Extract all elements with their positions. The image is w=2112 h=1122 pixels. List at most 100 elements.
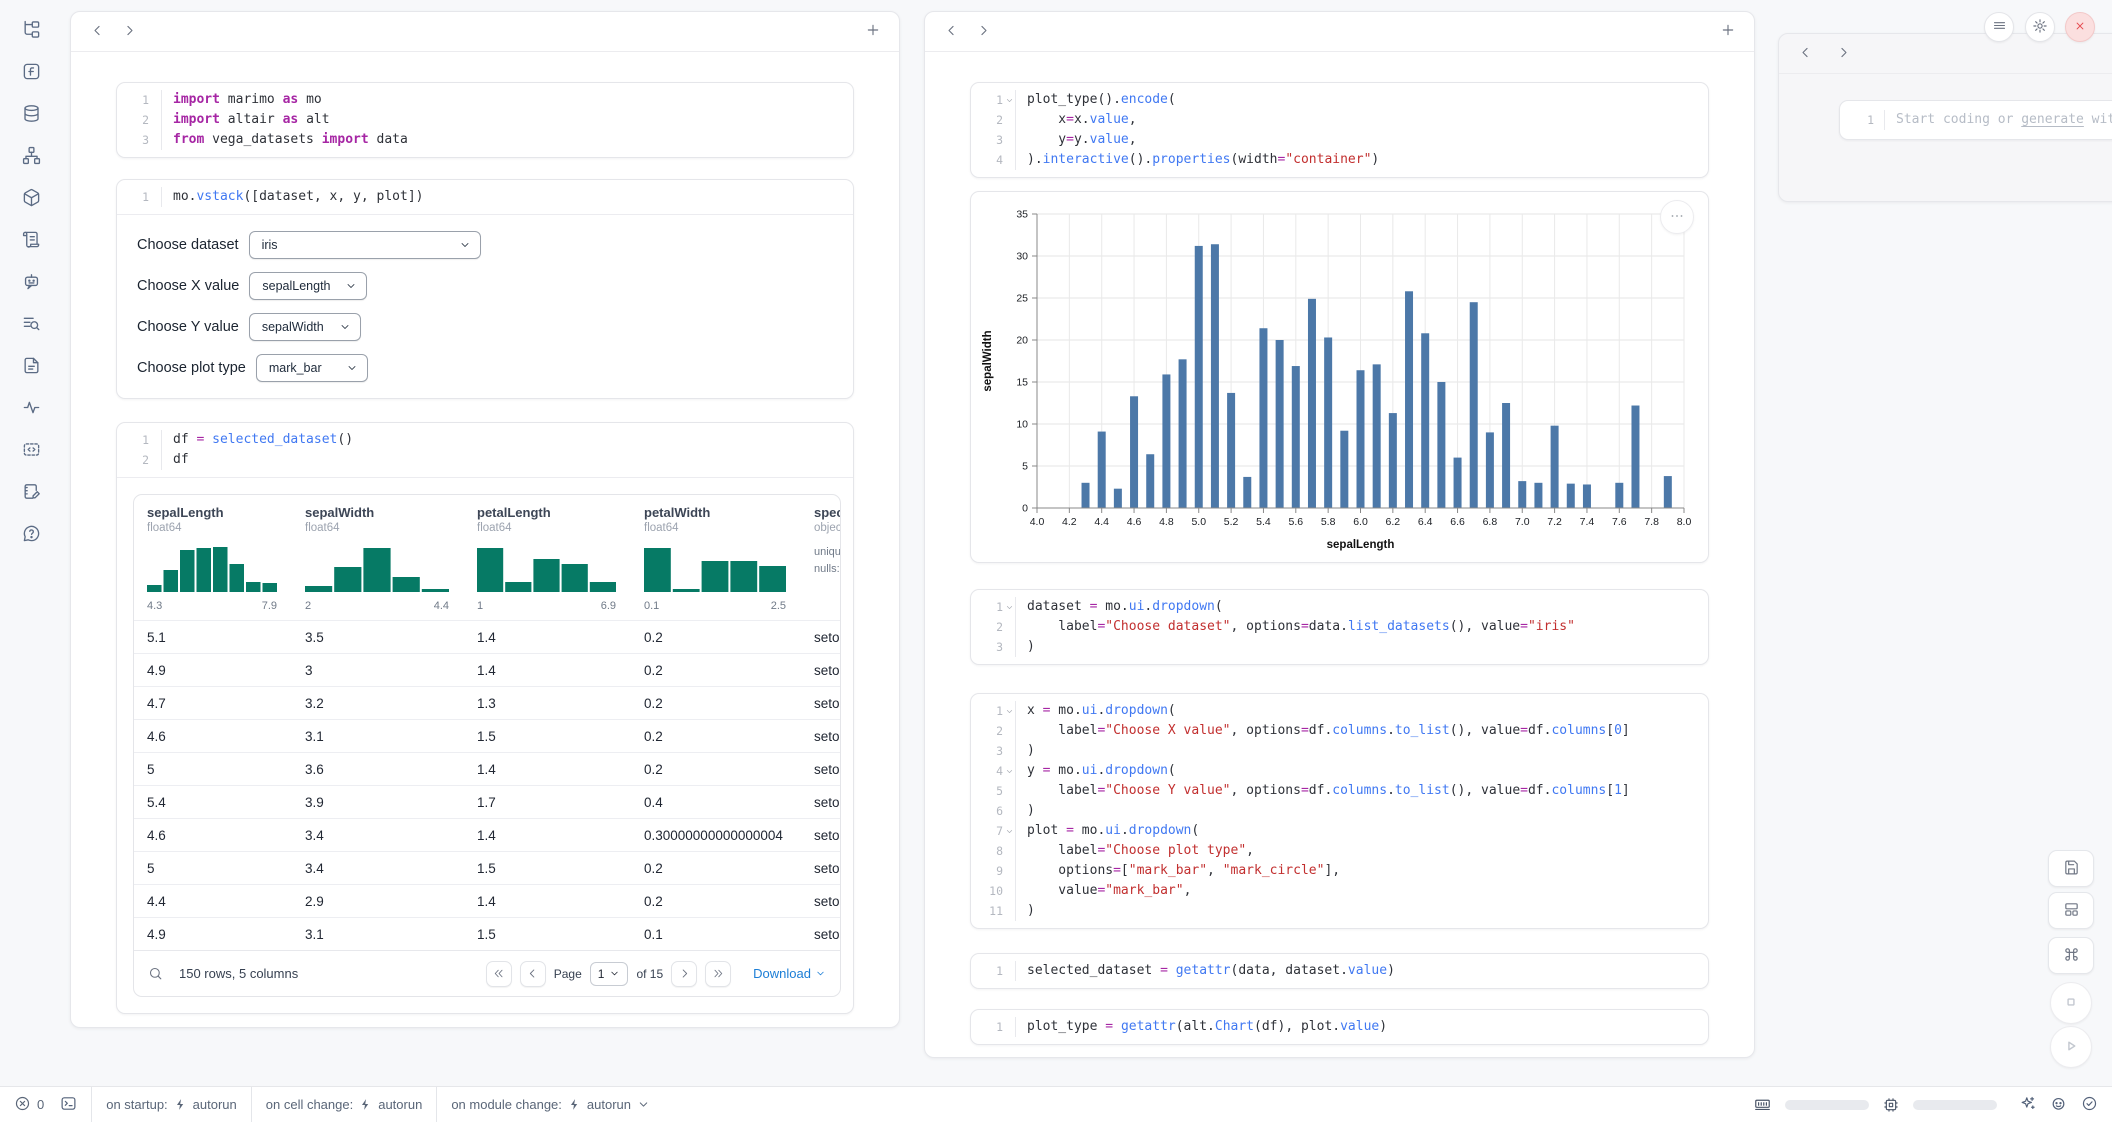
code-line[interactable]: 1plot_type = getattr(alt.Chart(df), plot… [971,1017,1708,1037]
table-row[interactable]: 4.73.21.30.2setosa [134,686,840,719]
sidebar-function-square-icon[interactable] [18,60,44,86]
table-row[interactable]: 5.43.91.70.4setosa [134,785,840,818]
code-editor[interactable]: 1plot_type = getattr(alt.Chart(df), plot… [971,1010,1708,1044]
search-icon[interactable] [148,966,163,981]
empty-cell-editor[interactable]: 1 Start coding or generate with [1839,100,2112,140]
code-line[interactable]: 1x = mo.ui.dropdown( [971,701,1708,721]
run-all-button[interactable] [2050,1026,2092,1068]
sidebar-documentation-icon[interactable] [18,354,44,380]
sidebar-dependency-graph-icon[interactable] [18,144,44,170]
code-line[interactable]: 6) [971,801,1708,821]
code-line[interactable]: 1dataset = mo.ui.dropdown( [971,597,1708,617]
prev-page-button[interactable] [520,961,546,987]
code-line[interactable]: 1plot_type().encode( [971,90,1708,110]
copilot-button[interactable] [2050,1095,2067,1115]
code-line[interactable]: 1df = selected_dataset() [117,430,853,450]
table-row[interactable]: 4.93.11.50.1setosa [134,917,840,950]
code-line[interactable]: 4).interactive().properties(width="conta… [971,150,1708,170]
sidebar-file-tree-icon[interactable] [18,18,44,44]
table-column-header[interactable]: petalLengthfloat6416.9 [477,505,644,612]
add-column-button[interactable] [1716,20,1740,44]
save-notebook-button[interactable] [2048,850,2094,887]
altair-bar-chart[interactable]: 051015202530354.04.24.44.64.85.05.25.45.… [971,198,1708,556]
code-line[interactable]: 3 y=y.value, [971,130,1708,150]
table-row[interactable]: 4.42.91.40.2setosa [134,884,840,917]
code-line[interactable]: 2 label="Choose X value", options=df.col… [971,721,1708,741]
table-row[interactable]: 4.931.40.2setosa [134,653,840,686]
code-line[interactable]: 10 value="mark_bar", [971,881,1708,901]
code-line[interactable]: 3) [971,637,1708,657]
code-line[interactable]: 9 options=["mark_bar", "mark_circle"], [971,861,1708,881]
dropdown-select-choose-y-value[interactable]: sepalWidth [249,313,361,341]
add-column-button[interactable] [861,20,885,44]
sidebar-chat-bot-icon[interactable] [18,270,44,296]
code-line[interactable]: 7plot = mo.ui.dropdown( [971,821,1708,841]
column-next-button[interactable] [971,20,995,44]
sidebar-help-bubble-icon[interactable] [18,522,44,548]
column-prev-button[interactable] [1793,42,1817,66]
code-line[interactable]: 2 label="Choose dataset", options=data.l… [971,617,1708,637]
table-column-header[interactable]: sepalWidthfloat6424.4 [305,505,477,612]
generate-with-ai-link[interactable]: generate [2021,112,2084,127]
chart-actions-button[interactable] [1660,200,1694,234]
notebook-menu-button[interactable] [1984,12,2014,42]
table-row[interactable]: 5.13.51.40.2setosa [134,620,840,653]
keyboard-shortcuts-button[interactable] [2048,937,2094,974]
sidebar-snippets-icon[interactable] [18,438,44,464]
sidebar-logs-search-icon[interactable] [18,312,44,338]
code-line[interactable]: 4y = mo.ui.dropdown( [971,761,1708,781]
sidebar-database-icon[interactable] [18,102,44,128]
autorun-config-on-module-change[interactable]: on module change:autorun [451,1097,650,1112]
stop-execution-button[interactable] [2050,982,2092,1024]
sidebar-notebook-pen-icon[interactable] [18,480,44,506]
column-next-button[interactable] [1831,42,1855,66]
shutdown-button[interactable] [2065,12,2095,42]
code-editor[interactable]: 1dataset = mo.ui.dropdown(2 label="Choos… [971,590,1708,664]
code-editor[interactable]: 1df = selected_dataset()2df [117,423,853,477]
dropdown-select-choose-x-value[interactable]: sepalLength [249,272,367,300]
code-line[interactable]: 3) [971,741,1708,761]
dropdown-select-choose-dataset[interactable]: iris [249,231,481,259]
code-line[interactable]: 5 label="Choose Y value", options=df.col… [971,781,1708,801]
table-row[interactable]: 53.61.40.2setosa [134,752,840,785]
code-line[interactable]: 11) [971,901,1708,921]
column-prev-button[interactable] [939,20,963,44]
code-line[interactable]: 1mo.vstack([dataset, x, y, plot]) [117,187,853,207]
sidebar-activity-pulse-icon[interactable] [18,396,44,422]
column-prev-button[interactable] [85,20,109,44]
sidebar-package-icon[interactable] [18,186,44,212]
error-count-badge[interactable]: 0 [14,1095,44,1115]
table-column-header[interactable]: speciesobjectunique:nulls: [814,505,841,612]
table-row[interactable]: 4.63.41.40.30000000000000004setosa [134,818,840,851]
table-row[interactable]: 4.63.11.50.2setosa [134,719,840,752]
dropdown-select-choose-plot-type[interactable]: mark_bar [256,354,368,382]
page-select[interactable]: 1 [590,962,629,986]
code-editor[interactable]: 1mo.vstack([dataset, x, y, plot]) [117,180,853,214]
code-line[interactable]: 2 x=x.value, [971,110,1708,130]
connection-status-button[interactable] [2081,1095,2098,1115]
code-line[interactable]: 2df [117,450,853,470]
download-link[interactable]: Download [753,966,826,981]
code-line[interactable]: 3from vega_datasets import data [117,130,853,150]
code-editor[interactable]: 1x = mo.ui.dropdown(2 label="Choose X va… [971,694,1708,928]
column-next-button[interactable] [117,20,141,44]
code-editor[interactable]: 1plot_type().encode(2 x=x.value,3 y=y.va… [971,83,1708,177]
settings-button[interactable] [2025,12,2055,42]
first-page-button[interactable] [486,961,512,987]
code-line[interactable]: 8 label="Choose plot type", [971,841,1708,861]
sidebar-scroll-script-icon[interactable] [18,228,44,254]
autorun-config-on-startup[interactable]: on startup:autorun [106,1097,237,1112]
code-line[interactable]: 2import altair as alt [117,110,853,130]
next-page-button[interactable] [671,961,697,987]
code-line[interactable]: 1selected_dataset = getattr(data, datase… [971,961,1708,981]
last-page-button[interactable] [705,961,731,987]
terminal-button[interactable] [60,1095,77,1115]
ai-assistant-button[interactable] [2019,1095,2036,1115]
code-editor[interactable]: 1selected_dataset = getattr(data, datase… [971,954,1708,988]
autorun-config-on-cell-change[interactable]: on cell change:autorun [266,1097,423,1112]
table-column-header[interactable]: petalWidthfloat640.12.5 [644,505,814,612]
code-line[interactable]: 1import marimo as mo [117,90,853,110]
table-column-header[interactable]: sepalLengthfloat644.37.9 [147,505,305,612]
layout-toggle-button[interactable] [2048,892,2094,929]
code-editor[interactable]: 1import marimo as mo2import altair as al… [117,83,853,157]
